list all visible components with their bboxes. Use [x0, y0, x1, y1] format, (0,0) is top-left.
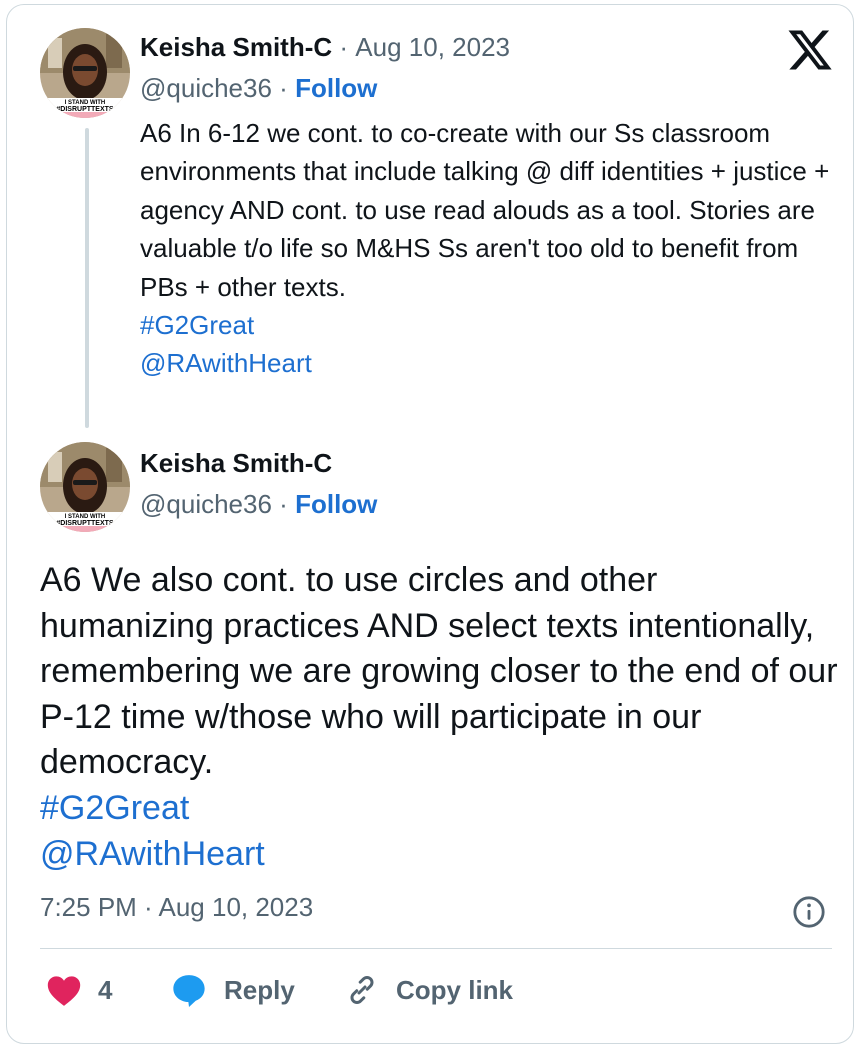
separator-dot: · [279, 73, 288, 103]
handle-line: @quiche36 · Follow [140, 73, 377, 104]
tweet-timestamp[interactable]: 7:25 PM · Aug 10, 2023 [40, 892, 313, 923]
copy-link-button[interactable]: Copy link [344, 968, 513, 1012]
handle-line: @quiche36 · Follow [140, 489, 377, 520]
divider [40, 948, 832, 949]
tweet-text: A6 In 6-12 we cont. to co-create with ou… [140, 114, 830, 383]
info-icon[interactable] [792, 895, 826, 929]
like-button[interactable]: 4 [46, 968, 112, 1012]
mention-link[interactable]: @RAwithHeart [140, 344, 830, 382]
follow-button[interactable]: Follow [295, 489, 377, 519]
heart-icon [47, 976, 81, 1006]
avatar-image: I STAND WITH #DISRUPTTEXTS [40, 28, 130, 118]
tweet-body: A6 In 6-12 we cont. to co-create with ou… [140, 118, 830, 302]
tweet-body: A6 We also cont. to use circles and othe… [40, 561, 838, 782]
author-handle[interactable]: @quiche36 [140, 73, 272, 103]
reply-button[interactable]: Reply [170, 968, 295, 1012]
link-icon [350, 975, 374, 1005]
mention-link[interactable]: @RAwithHeart [40, 832, 840, 878]
author-name[interactable]: Keisha Smith-C [140, 32, 332, 62]
thread-connector-line [85, 128, 89, 428]
svg-text:#DISRUPTTEXTS: #DISRUPTTEXTS [56, 106, 114, 113]
follow-button[interactable]: Follow [295, 73, 377, 103]
hashtag-link[interactable]: #G2Great [40, 786, 840, 832]
author-name[interactable]: Keisha Smith-C [140, 448, 332, 479]
tweet-text: A6 We also cont. to use circles and othe… [40, 558, 840, 877]
reply-label: Reply [224, 974, 295, 1005]
separator-dot: · [279, 489, 288, 519]
avatar[interactable]: I STAND WITH #DISRUPTTEXTS [40, 442, 130, 532]
svg-text:#DISRUPTTEXTS: #DISRUPTTEXTS [56, 520, 114, 527]
author-name-line: Keisha Smith-C · Aug 10, 2023 [140, 32, 510, 63]
tweet-date[interactable]: Aug 10, 2023 [355, 32, 510, 62]
x-logo-icon[interactable] [786, 26, 834, 74]
avatar-image: I STAND WITH #DISRUPTTEXTS [40, 442, 130, 532]
separator-dot: · [339, 32, 349, 62]
copy-link-label: Copy link [396, 974, 514, 1005]
speech-bubble-icon [173, 975, 205, 1008]
hashtag-link[interactable]: #G2Great [140, 306, 830, 344]
like-count: 4 [98, 974, 113, 1005]
author-handle[interactable]: @quiche36 [140, 489, 272, 519]
avatar[interactable]: I STAND WITH #DISRUPTTEXTS [40, 28, 130, 118]
